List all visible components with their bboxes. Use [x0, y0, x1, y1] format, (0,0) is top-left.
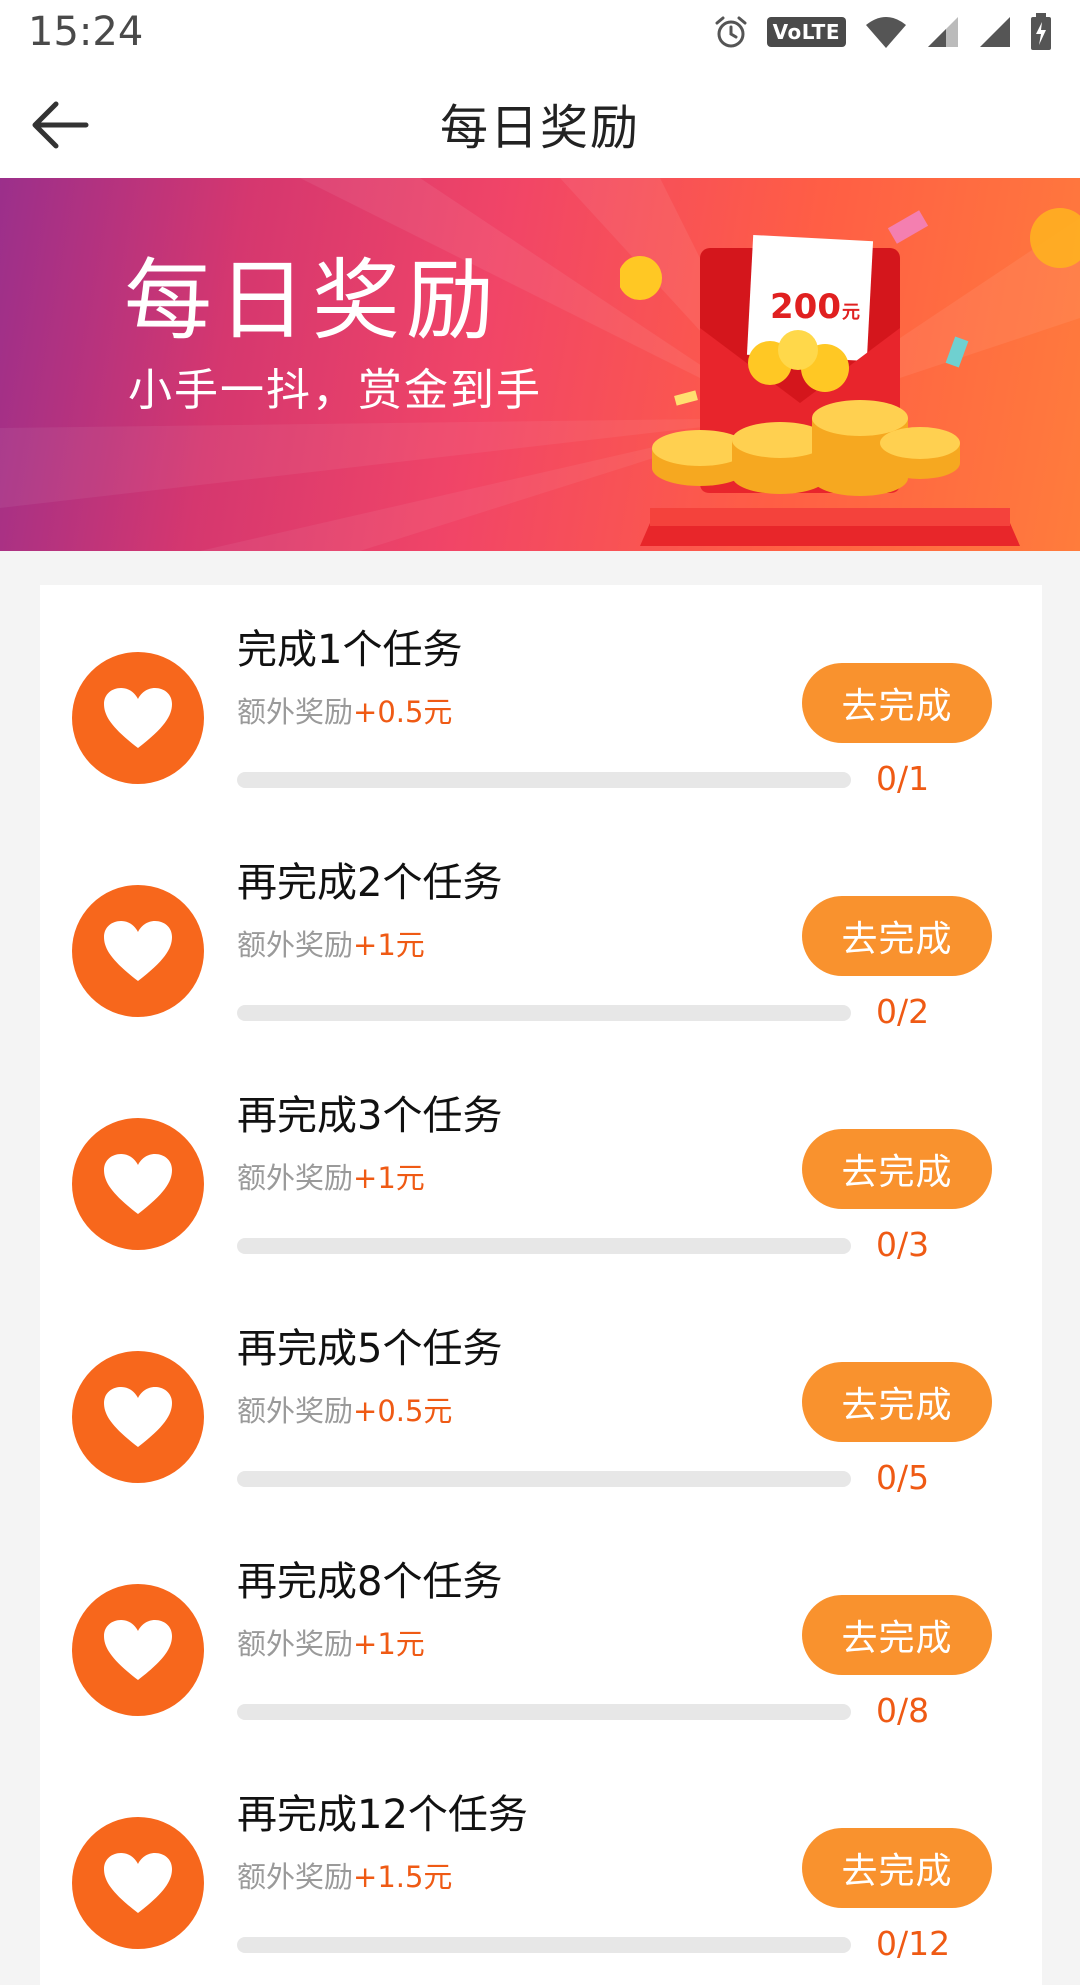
- heart-icon: [104, 1853, 172, 1913]
- progress-count: 0/5: [876, 1458, 930, 1497]
- progress-count: 0/2: [876, 992, 930, 1031]
- task-title: 再完成3个任务: [237, 1093, 503, 1139]
- go-complete-button[interactable]: 去完成: [802, 1362, 992, 1442]
- page-title: 每日奖励: [439, 100, 640, 156]
- progress-count: 0/1: [876, 759, 930, 798]
- heart-icon: [104, 921, 172, 981]
- banner-title: 每日奖励: [124, 249, 501, 352]
- heart-icon: [104, 1387, 172, 1447]
- task-row: 再完成5个任务 额外奖励+0.5元 去完成 0/5: [40, 1284, 1042, 1517]
- reward-line: 额外奖励+1元: [237, 922, 425, 964]
- task-title: 再完成12个任务: [237, 1792, 528, 1838]
- envelope-unit: 元: [842, 302, 860, 323]
- task-title: 再完成8个任务: [237, 1559, 503, 1605]
- task-row: 再完成3个任务 额外奖励+1元 去完成 0/3: [40, 1051, 1042, 1284]
- reward-label: 额外奖励: [237, 1627, 354, 1661]
- alarm-icon: [715, 16, 747, 48]
- heart-badge: [72, 1118, 204, 1250]
- wifi-icon: [866, 17, 906, 48]
- red-envelope-illustration: 200 元: [620, 208, 1080, 546]
- reward-amount: +1元: [353, 928, 425, 962]
- status-icons: VoLTE: [713, 13, 1052, 51]
- reward-label: 额外奖励: [237, 1394, 354, 1428]
- task-title: 完成1个任务: [237, 627, 463, 673]
- volte-indicator: VoLTE: [766, 17, 846, 47]
- reward-line: 额外奖励+1元: [237, 1155, 425, 1197]
- reward-amount: +0.5元: [353, 695, 453, 729]
- progress-bar: [237, 1005, 851, 1021]
- progress-count: 0/8: [876, 1691, 930, 1730]
- reward-line: 额外奖励+1元: [237, 1621, 425, 1663]
- reward-line: 额外奖励+0.5元: [237, 689, 452, 731]
- reward-label: 额外奖励: [237, 1161, 354, 1195]
- task-row: 再完成8个任务 额外奖励+1元 去完成 0/8: [40, 1517, 1042, 1750]
- progress-bar: [237, 1937, 851, 1953]
- reward-line: 额外奖励+1.5元: [237, 1854, 452, 1896]
- reward-amount: +1.5元: [353, 1860, 453, 1894]
- task-row: 完成1个任务 额外奖励+0.5元 去完成 0/1: [40, 585, 1042, 818]
- task-list-card: 完成1个任务 额外奖励+0.5元 去完成 0/1 再完成2个任务 额外奖励+1元…: [40, 585, 1042, 1985]
- progress-bar: [237, 1238, 851, 1254]
- promo-banner: 每日奖励 小手一抖，赏金到手 200 元: [0, 178, 1080, 551]
- heart-badge: [72, 652, 204, 784]
- task-row: 再完成2个任务 额外奖励+1元 去完成 0/2: [40, 818, 1042, 1051]
- banner-subtitle: 小手一抖，赏金到手: [128, 365, 542, 416]
- reward-label: 额外奖励: [237, 928, 354, 962]
- task-title: 再完成2个任务: [237, 860, 503, 906]
- heart-badge: [72, 1584, 204, 1716]
- reward-amount: +1元: [353, 1627, 425, 1661]
- heart-badge: [72, 1817, 204, 1949]
- battery-charging-icon: [1031, 13, 1051, 50]
- reward-label: 额外奖励: [237, 1860, 354, 1894]
- signal-icon: [980, 17, 1010, 47]
- progress-bar: [237, 1704, 851, 1720]
- heart-badge: [72, 885, 204, 1017]
- go-complete-button[interactable]: 去完成: [802, 1828, 992, 1908]
- progress-count: 0/3: [876, 1225, 930, 1264]
- progress-bar: [237, 1471, 851, 1487]
- go-complete-button[interactable]: 去完成: [802, 1595, 992, 1675]
- reward-label: 额外奖励: [237, 695, 354, 729]
- go-complete-button[interactable]: 去完成: [802, 1129, 992, 1209]
- status-time: 15:24: [28, 9, 144, 55]
- progress-count: 0/12: [876, 1924, 951, 1963]
- heart-icon: [104, 1620, 172, 1680]
- go-complete-button[interactable]: 去完成: [802, 896, 992, 976]
- reward-line: 额外奖励+0.5元: [237, 1388, 452, 1430]
- progress-bar: [237, 772, 851, 788]
- title-bar: 每日奖励: [0, 64, 1080, 178]
- status-bar: 15:24 VoLTE: [0, 0, 1080, 64]
- heart-badge: [72, 1351, 204, 1483]
- task-row: 再完成12个任务 额外奖励+1.5元 去完成 0/12: [40, 1750, 1042, 1983]
- task-title: 再完成5个任务: [237, 1326, 503, 1372]
- reward-amount: +1元: [353, 1161, 425, 1195]
- signal-icon: [928, 17, 958, 47]
- heart-icon: [104, 688, 172, 748]
- go-complete-button[interactable]: 去完成: [802, 663, 992, 743]
- reward-amount: +0.5元: [353, 1394, 453, 1428]
- envelope-amount: 200: [770, 287, 841, 327]
- heart-icon: [104, 1154, 172, 1214]
